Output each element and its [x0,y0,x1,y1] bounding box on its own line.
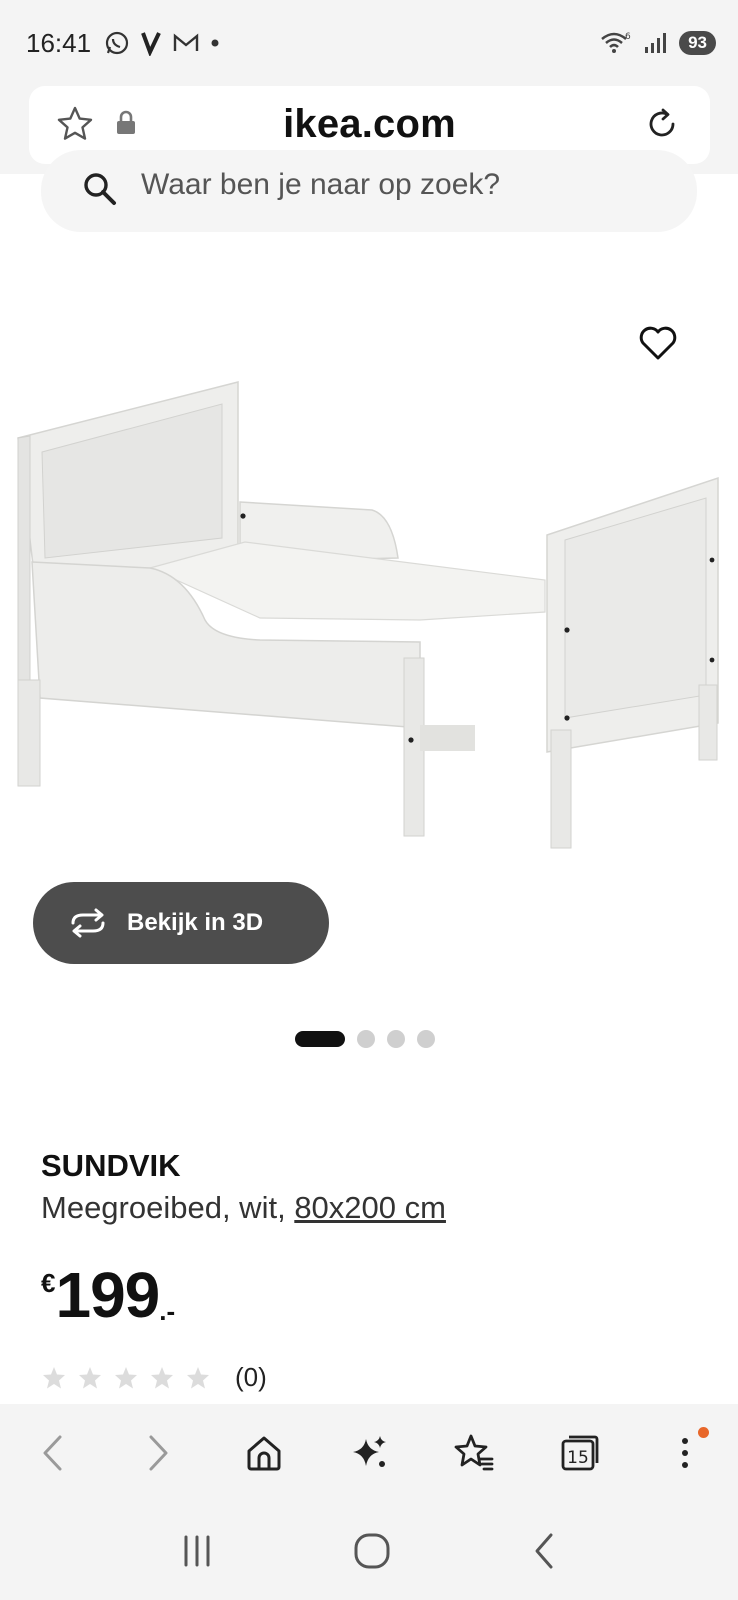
tabs-icon: 15 [561,1435,599,1471]
ai-sparkle-icon [352,1436,386,1467]
tabs-count: 15 [567,1448,589,1468]
price-currency: € [41,1268,56,1298]
notification-icons [104,30,220,56]
carousel-dot[interactable] [387,1030,405,1048]
star-icon [151,1366,173,1388]
wifi-icon: 6 [601,32,631,53]
system-icons: 6 93 [599,30,716,56]
forward-button[interactable] [128,1423,188,1483]
back-icon [43,1435,62,1471]
url-text[interactable]: ikea.com [29,102,710,147]
status-time: 16:41 [26,28,92,58]
view-3d-button[interactable]: Bekijk in 3D [33,882,329,964]
star-icon [79,1366,101,1388]
rating-count: (0) [235,1362,267,1392]
notification-badge [698,1427,710,1438]
heart-icon [639,326,677,360]
dot-icon [211,39,219,47]
image-carousel-indicator [295,1030,435,1048]
carousel-dot[interactable] [295,1031,345,1047]
reload-icon[interactable] [642,104,682,144]
home-circle-icon[interactable] [352,1531,392,1571]
carousel-dot[interactable] [357,1030,375,1048]
search-icon [84,173,116,205]
bookmarks-icon [454,1434,494,1471]
back-button[interactable] [23,1423,83,1483]
menu-icon [682,1438,689,1468]
product-description-text: Meegroeibed, wit, [41,1190,295,1225]
battery-indicator: 93 [679,31,716,55]
product-rating[interactable]: (0) [41,1362,267,1393]
star-icon [43,1366,65,1388]
search-placeholder: Waar ben je naar op zoek? [141,168,501,201]
nav-back-icon[interactable] [529,1531,559,1571]
menu-button[interactable] [655,1423,715,1483]
star-icon [187,1366,209,1388]
rotate-3d-icon [71,908,105,938]
product-name: SUNDVIK [41,1148,181,1183]
price-value: 199 [55,1259,160,1331]
svg-text:6: 6 [625,32,631,42]
forward-icon [149,1435,168,1471]
price-suffix: .- [159,1296,176,1326]
view-3d-label: Bekijk in 3D [127,909,264,936]
system-nav-bar [0,1502,738,1600]
browser-toolbar: 15 [0,1404,738,1502]
whatsapp-icon [105,31,129,55]
home-button[interactable] [234,1423,294,1483]
status-bar: 16:41 6 93 [0,0,738,86]
tabs-button[interactable]: 15 [550,1423,610,1483]
product-size-link[interactable]: 80x200 cm [294,1190,446,1225]
favorite-button[interactable] [633,318,683,368]
bookmarks-button[interactable] [444,1423,504,1483]
signal-icon [645,33,667,53]
home-icon [247,1436,281,1471]
product-price: € 199 .- [41,1262,175,1328]
gmail-icon [173,33,199,51]
ai-assistant-button[interactable] [339,1423,399,1483]
v-app-icon [141,32,161,56]
star-icon [115,1366,137,1388]
search-input[interactable]: Waar ben je naar op zoek? [41,150,697,232]
carousel-dot[interactable] [417,1030,435,1048]
product-description: Meegroeibed, wit, 80x200 cm [41,1190,446,1226]
recent-apps-icon[interactable] [179,1533,215,1569]
